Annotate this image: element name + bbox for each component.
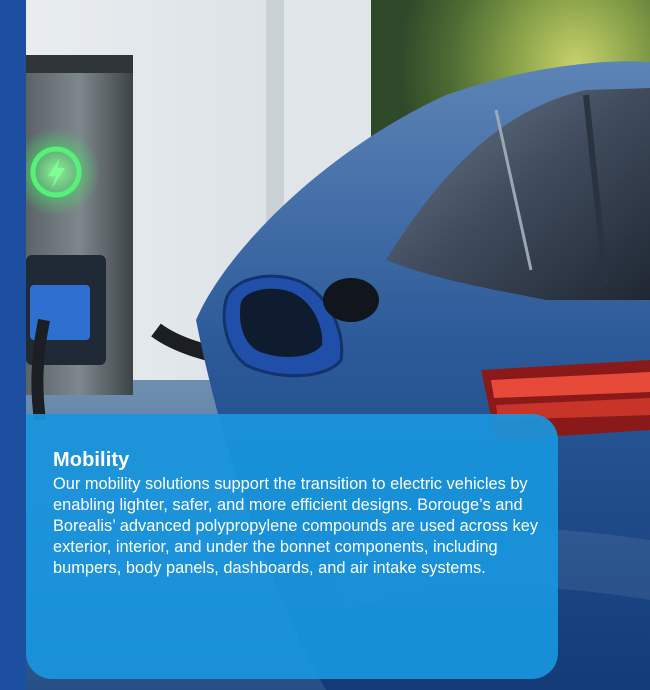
card-title: Mobility: [53, 449, 130, 471]
brand-side-band: [0, 0, 26, 690]
card-description: Our mobility solutions support the trans…: [53, 475, 539, 577]
mobility-section: Mobility Our mobility solutions support …: [0, 0, 650, 690]
mobility-info-card: Mobility Our mobility solutions support …: [26, 414, 558, 679]
